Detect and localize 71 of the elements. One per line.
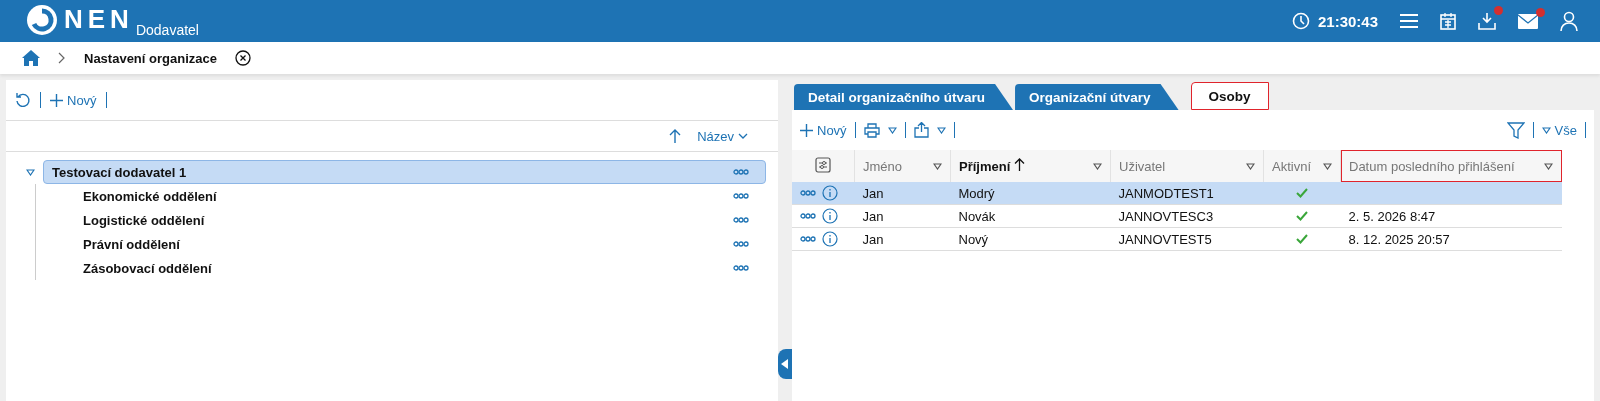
table-cell: JANNOVTEST5 [1118,231,1212,247]
more-icon[interactable] [733,169,749,175]
filter-caret-icon[interactable] [1246,162,1255,170]
sort-ascending-icon[interactable] [669,129,682,143]
more-icon[interactable] [800,190,816,196]
dropdown-caret-icon[interactable] [887,126,897,134]
table-cell: Nový [958,231,989,247]
more-icon[interactable] [733,217,749,223]
more-icon[interactable] [800,213,816,219]
table-cell: JANMODTEST1 [1118,185,1214,201]
filter-dropdown[interactable]: Vše [1541,122,1577,138]
more-icon[interactable] [800,236,816,242]
table-cell: 8. 12. 2025 20:57 [1348,231,1450,247]
more-icon[interactable] [733,265,749,271]
tree-item[interactable]: Ekonomické oddělení [56,184,766,208]
table-cell: JANNOVTESC3 [1118,208,1214,224]
plus-icon [50,93,63,107]
filter-icon[interactable] [1506,121,1525,139]
chevron-down-icon [738,133,748,139]
menu-icon[interactable] [1400,13,1418,29]
check-icon [1296,187,1308,198]
more-icon[interactable] [733,241,749,247]
tree-item[interactable]: Testovací dodavatel 1 [43,160,766,184]
tab[interactable]: Detail organizačního útvaru [794,84,1014,110]
logo-subtitle: Dodavatel [135,22,199,38]
info-icon[interactable] [822,185,838,201]
clock-time: 21:30:43 [1317,12,1378,30]
plus-icon [800,123,813,137]
refresh-icon[interactable] [15,92,31,108]
column-settings-icon[interactable] [815,156,831,173]
expand-caret-icon[interactable] [26,168,35,176]
check-icon [1296,233,1308,244]
filter-caret-icon[interactable] [1323,162,1332,170]
check-icon [1296,210,1308,221]
sort-dropdown[interactable]: Název [697,128,748,144]
info-icon[interactable] [822,208,838,224]
tree-item[interactable]: Právní oddělení [56,232,766,256]
home-icon[interactable] [22,50,40,66]
close-icon[interactable] [234,50,251,66]
tab[interactable]: Osoby [1190,82,1269,110]
collapse-handle[interactable] [778,349,792,379]
table-cell: Jan [862,231,884,247]
tree-item[interactable]: Logistické oddělení [56,208,766,232]
column-header[interactable]: Uživatel [1119,158,1166,174]
filter-caret-icon[interactable] [1544,162,1553,170]
filter-caret-icon[interactable] [933,162,942,170]
new-button[interactable]: Nový [50,92,97,108]
download-icon[interactable] [1478,12,1496,30]
clock-icon [1291,12,1310,30]
print-icon[interactable] [863,122,880,138]
logo-icon [26,4,58,36]
table-cell: 2. 5. 2026 8:47 [1348,208,1436,224]
chevron-right-icon [58,52,66,64]
more-icon[interactable] [733,193,749,199]
logo-text: NEN [64,4,134,34]
user-icon[interactable] [1560,11,1578,31]
filter-caret-icon[interactable] [1093,162,1102,170]
table-cell: Jan [862,208,884,224]
tab[interactable]: Organizační útvary [1015,84,1179,110]
mail-icon[interactable] [1518,13,1538,29]
info-icon[interactable] [822,231,838,247]
tree-item[interactable]: Zásobovací oddělení [56,256,766,280]
calendar-icon[interactable] [1440,12,1456,30]
table-cell: Jan [862,185,884,201]
table-cell: Novák [958,208,996,224]
export-icon[interactable] [913,122,929,138]
dropdown-caret-icon[interactable] [936,126,946,134]
breadcrumb-current: Nastavení organizace [84,50,217,66]
new-button[interactable]: Nový [800,122,847,138]
sort-ascending-icon [1013,158,1025,171]
table-cell: Modrý [958,185,995,201]
